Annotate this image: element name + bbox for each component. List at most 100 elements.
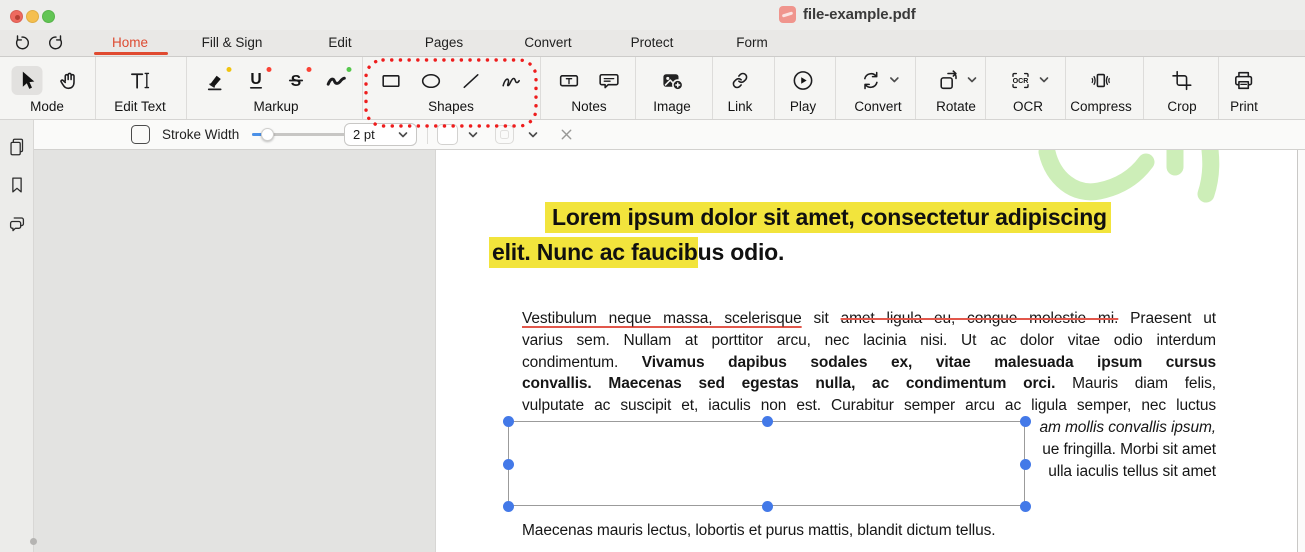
- rectangle-annotation[interactable]: [508, 421, 1025, 506]
- play-group: Play: [790, 57, 817, 114]
- draw-tool-button[interactable]: [323, 67, 350, 94]
- print-button[interactable]: [1230, 67, 1257, 94]
- add-link-button[interactable]: [727, 67, 754, 94]
- stroke-color-well: [437, 124, 458, 145]
- closing-paragraph: Maecenas mauris lectus, lobortis et puru…: [522, 522, 1216, 540]
- ellipse-icon: [419, 68, 444, 93]
- compress-button[interactable]: [1087, 67, 1114, 94]
- format-bar-divider: [427, 125, 428, 144]
- image-group: Image: [653, 57, 691, 114]
- toolbar-divider: [1065, 57, 1066, 119]
- main-toolbar: Mode Edit Text: [0, 57, 1305, 120]
- resize-handle-top-right[interactable]: [1020, 416, 1031, 427]
- resize-handle-top-left[interactable]: [503, 416, 514, 427]
- underline-tool-button[interactable]: U: [243, 67, 270, 94]
- rotate-dropdown-chevron-icon[interactable]: [967, 76, 977, 84]
- play-icon: [791, 68, 816, 93]
- compress-group: Compress: [1070, 57, 1132, 114]
- rectangle-shape-button[interactable]: [378, 67, 405, 94]
- highlight-tool-button[interactable]: [203, 67, 230, 94]
- ocr-group: OCR OCR: [1007, 57, 1049, 114]
- tab-edit[interactable]: Edit: [328, 35, 351, 50]
- resize-handle-top-middle[interactable]: [762, 416, 773, 427]
- add-image-button[interactable]: [659, 67, 686, 94]
- markup-group-label: Markup: [253, 99, 298, 114]
- resize-handle-bottom-right[interactable]: [1020, 501, 1031, 512]
- resize-handle-middle-right[interactable]: [1020, 459, 1031, 470]
- tab-home[interactable]: Home: [112, 35, 148, 50]
- redo-button[interactable]: [46, 33, 68, 55]
- bookmarks-button[interactable]: [6, 174, 28, 196]
- stroke-color-swatch[interactable]: [437, 120, 458, 149]
- scrollbar-gutter[interactable]: [1297, 150, 1305, 552]
- tab-protect[interactable]: Protect: [631, 35, 674, 50]
- slider-thumb[interactable]: [261, 128, 274, 141]
- text-box-icon: [557, 68, 582, 93]
- sidebar-resize-handle[interactable]: [30, 538, 37, 545]
- undo-button[interactable]: [12, 33, 34, 55]
- paragraph-line: vulputate ac suscipit et, iaculis non es…: [522, 395, 1216, 417]
- toolbar-divider: [186, 57, 187, 119]
- plain-text: sit: [802, 310, 841, 327]
- underline-icon: U: [244, 68, 269, 93]
- convert-dropdown-chevron-icon[interactable]: [889, 76, 899, 84]
- close-format-bar-button[interactable]: [556, 120, 576, 149]
- active-tab-indicator: [94, 52, 168, 55]
- comment-icon: [597, 68, 622, 93]
- toolbar-divider: [362, 57, 363, 119]
- ocr-button[interactable]: OCR: [1007, 67, 1034, 94]
- line-shape-button[interactable]: [458, 67, 485, 94]
- fill-color-swatch[interactable]: [495, 120, 514, 149]
- page-thumbnails-button[interactable]: [6, 136, 28, 158]
- fill-color-dropdown[interactable]: [528, 120, 538, 149]
- pdf-file-icon: [779, 6, 796, 23]
- hand-tool-button[interactable]: [56, 67, 83, 94]
- toolbar-divider: [774, 57, 775, 119]
- resize-handle-bottom-middle[interactable]: [762, 501, 773, 512]
- comments-panel-button[interactable]: [6, 213, 28, 235]
- play-button[interactable]: [790, 67, 817, 94]
- resize-handle-bottom-left[interactable]: [503, 501, 514, 512]
- ocr-dropdown-chevron-icon[interactable]: [1039, 76, 1049, 84]
- edit-text-button[interactable]: [127, 67, 154, 94]
- tab-pages[interactable]: Pages: [425, 35, 463, 50]
- stroke-width-dropdown[interactable]: 2 pt: [344, 123, 417, 146]
- fill-color-chevron-icon: [528, 131, 538, 139]
- convert-button[interactable]: [857, 67, 884, 94]
- heading-line1-highlighted: Lorem ipsum dolor sit amet, consectetur …: [545, 202, 1111, 233]
- tab-fill-and-sign[interactable]: Fill & Sign: [202, 35, 263, 50]
- title-bar: file-example.pdf: [0, 0, 1305, 30]
- underline-color-dot: [266, 67, 272, 73]
- minimize-window-button[interactable]: [26, 10, 39, 23]
- crop-group-label: Crop: [1167, 99, 1196, 114]
- stroke-color-dropdown[interactable]: [468, 120, 478, 149]
- plain-text: Mauris diam felis,: [1055, 375, 1216, 392]
- tab-form[interactable]: Form: [736, 35, 768, 50]
- document-canvas[interactable]: Lorem ipsum dolor sit amet, consectetur …: [34, 150, 1305, 552]
- close-window-button[interactable]: [10, 10, 23, 23]
- stroke-width-value: 2 pt: [353, 127, 375, 142]
- zoom-window-button[interactable]: [42, 10, 55, 23]
- rectangle-style-chip[interactable]: [128, 120, 152, 149]
- strikeout-tool-button[interactable]: S: [283, 67, 310, 94]
- stroke-color-chevron-icon: [468, 131, 478, 139]
- printer-icon: [1231, 68, 1256, 93]
- resize-handle-middle-left[interactable]: [503, 459, 514, 470]
- comment-note-button[interactable]: [596, 67, 623, 94]
- tab-convert[interactable]: Convert: [524, 35, 571, 50]
- text-box-note-button[interactable]: [556, 67, 583, 94]
- select-tool-button[interactable]: [12, 66, 43, 95]
- hand-icon: [57, 68, 82, 93]
- link-group: Link: [727, 57, 754, 114]
- shapes-group-label: Shapes: [428, 99, 474, 114]
- ellipse-shape-button[interactable]: [418, 67, 445, 94]
- notes-group-label: Notes: [571, 99, 606, 114]
- undo-icon: [12, 33, 32, 53]
- rotate-button[interactable]: [935, 67, 962, 94]
- pdf-page[interactable]: Lorem ipsum dolor sit amet, consectetur …: [435, 150, 1297, 552]
- scribble-shape-button[interactable]: [498, 67, 525, 94]
- pdf-editor-window: file-example.pdf Home Fill & Sign Edit P…: [0, 0, 1305, 552]
- left-sidebar: [0, 120, 34, 552]
- svg-text:S: S: [291, 73, 301, 90]
- crop-button[interactable]: [1168, 67, 1195, 94]
